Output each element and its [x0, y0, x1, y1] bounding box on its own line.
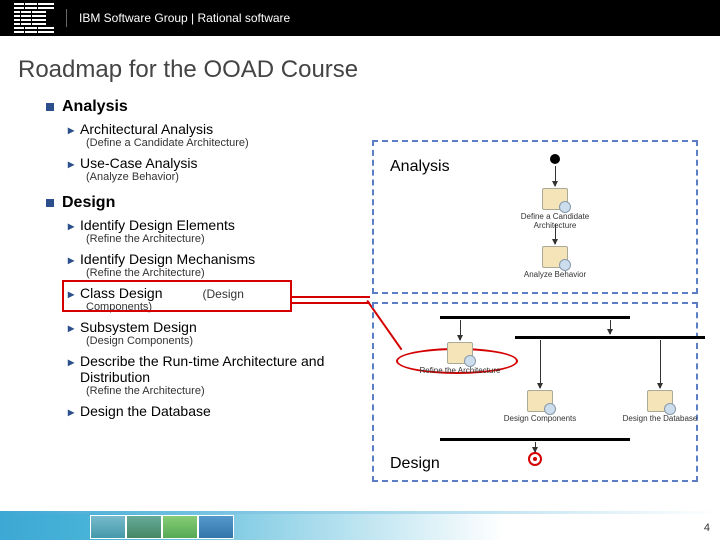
section-design-header: Design	[46, 194, 356, 212]
header-bar: IBM Software Group | Rational software	[0, 0, 720, 36]
start-node-icon	[550, 154, 560, 164]
arrow-icon: ▸	[68, 253, 74, 267]
square-bullet-icon	[46, 103, 54, 111]
flow-arrow-icon	[555, 166, 556, 186]
end-node-icon	[528, 452, 542, 466]
section-analysis-label: Analysis	[62, 98, 128, 116]
item-use-case-analysis: ▸Use-Case Analysis (Analyze Behavior)	[66, 154, 356, 184]
footer-thumb-icon	[126, 515, 162, 539]
sync-bar-icon	[515, 336, 705, 339]
item-identify-design-elements: ▸Identify Design Elements (Refine the Ar…	[66, 216, 356, 246]
connector-line	[292, 302, 370, 304]
flow-arrow-icon	[555, 224, 556, 244]
connector-line	[292, 296, 370, 298]
footer-thumbnails	[90, 515, 234, 539]
arrow-icon: ▸	[68, 157, 74, 171]
node-caption: Analyze Behavior	[505, 270, 605, 279]
arrow-icon: ▸	[68, 321, 74, 335]
activity-node-icon	[647, 390, 673, 412]
section-analysis-header: Analysis	[46, 98, 356, 116]
arrow-icon: ▸	[68, 405, 74, 419]
item-architectural-analysis: ▸Architectural Analysis (Define a Candid…	[66, 120, 356, 150]
slide-title: Roadmap for the OOAD Course	[0, 36, 720, 98]
node-caption: Design the Database	[610, 414, 710, 423]
analysis-diagram: Define a Candidate Architecture Analyze …	[440, 150, 690, 290]
footer-thumb-icon	[198, 515, 234, 539]
activity-node-icon	[542, 188, 568, 210]
footer-thumb-icon	[90, 515, 126, 539]
flow-arrow-icon	[540, 340, 541, 388]
ibm-logo	[14, 3, 54, 33]
footer-thumb-icon	[162, 515, 198, 539]
flow-arrow-icon	[460, 320, 461, 340]
page-number: 4	[704, 522, 710, 534]
arrow-icon: ▸	[68, 355, 74, 369]
item-design-database: ▸Design the Database	[66, 402, 356, 420]
arrow-icon: ▸	[68, 219, 74, 233]
flow-arrow-icon	[535, 442, 536, 452]
highlight-identify-design-elements	[62, 280, 292, 312]
square-bullet-icon	[46, 199, 54, 207]
header-text: IBM Software Group | Rational software	[79, 11, 290, 25]
item-describe-runtime: ▸Describe the Run-time Architecture and …	[66, 352, 356, 398]
item-subsystem-design: ▸Subsystem Design (Design Components)	[66, 318, 356, 348]
activity-node-icon	[527, 390, 553, 412]
activity-node-icon	[542, 246, 568, 268]
arrow-icon: ▸	[68, 123, 74, 137]
node-caption: Design Components	[490, 414, 590, 423]
section-design-label: Design	[62, 194, 115, 212]
activity-node-icon	[447, 342, 473, 364]
flow-arrow-icon	[610, 320, 611, 334]
node-caption: Refine the Architecture	[410, 366, 510, 375]
flow-arrow-icon	[660, 340, 661, 388]
header-divider	[66, 9, 67, 27]
design-diagram: Refine the Architecture Design Component…	[380, 310, 695, 460]
item-identify-design-mechanisms: ▸Identify Design Mechanisms (Refine the …	[66, 250, 356, 280]
sync-bar-icon	[440, 316, 630, 319]
sync-bar-icon	[440, 438, 630, 441]
